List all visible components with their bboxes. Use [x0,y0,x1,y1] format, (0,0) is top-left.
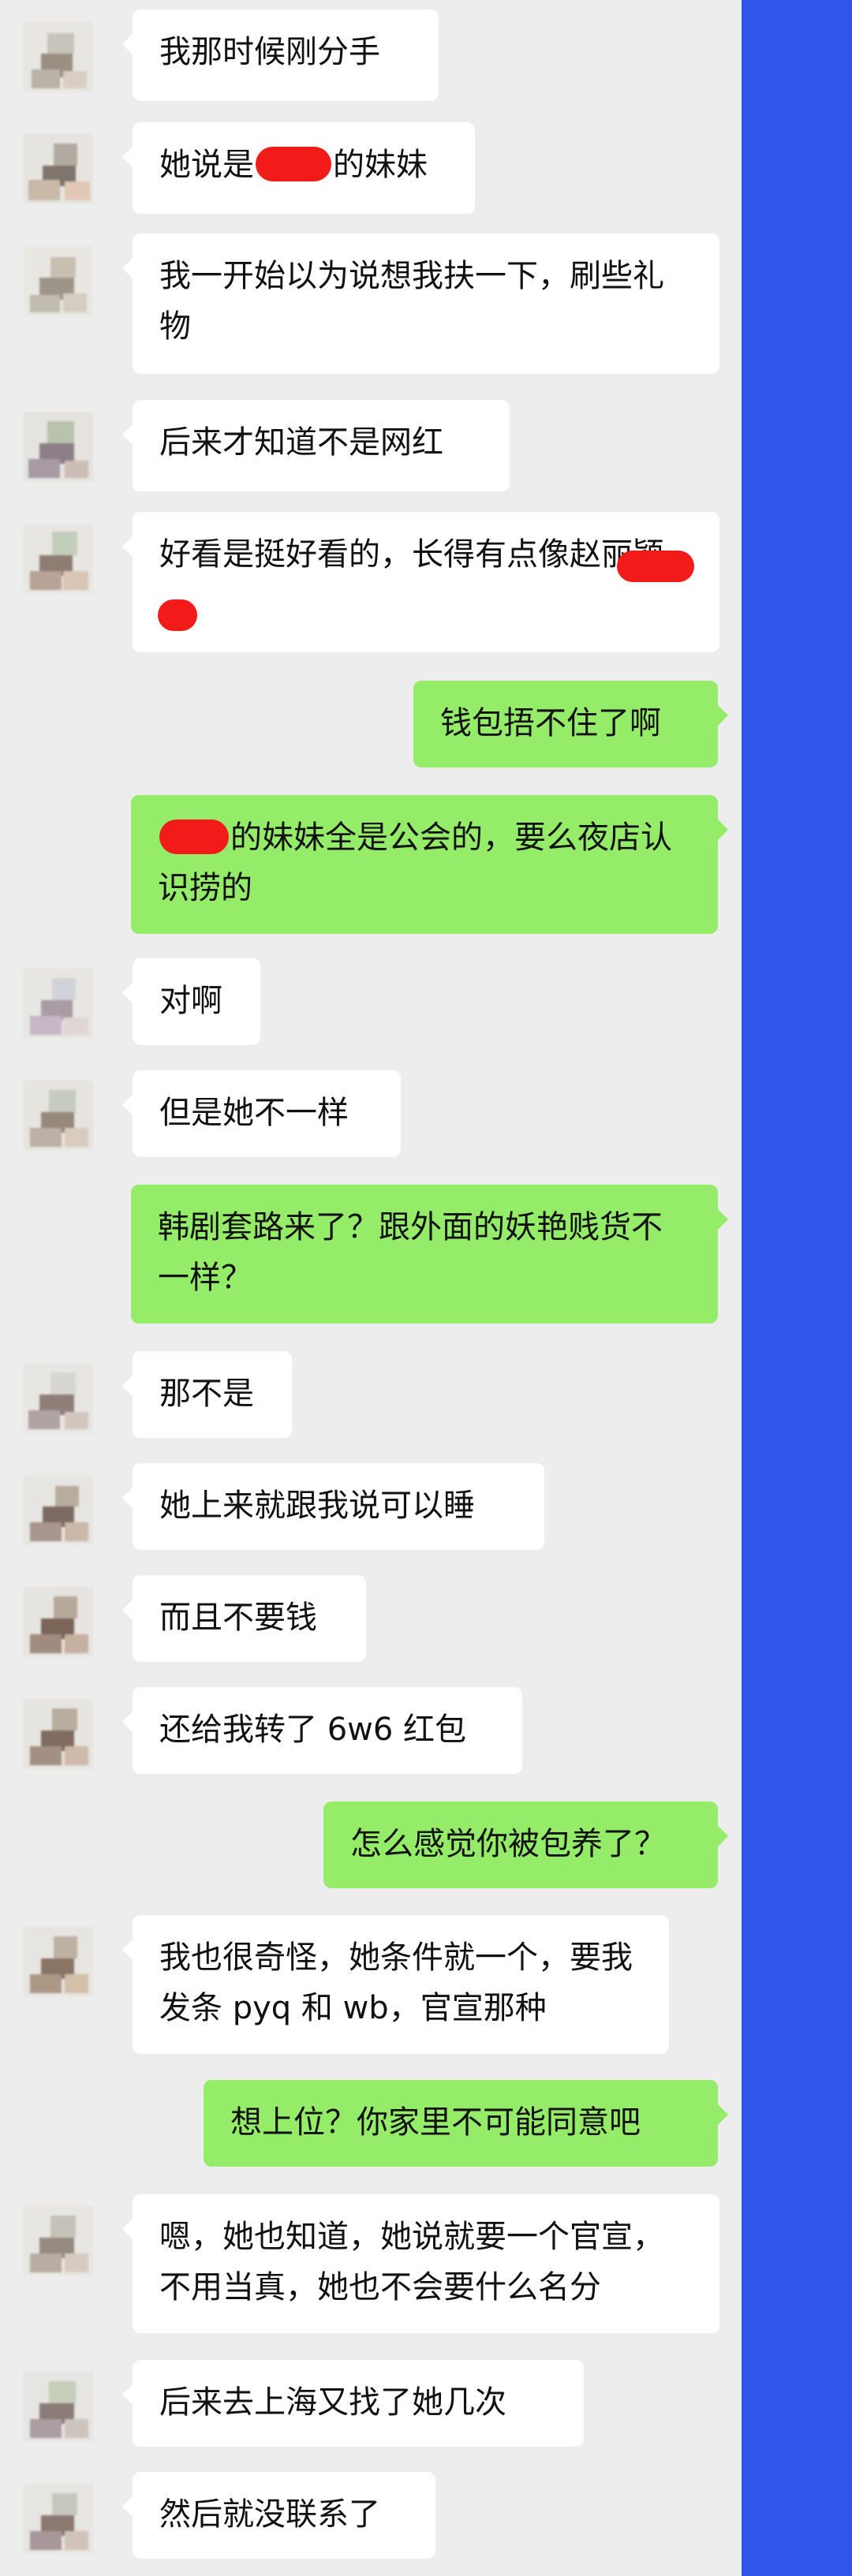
incoming-message: 她说是 的妹妹 [122,122,475,214]
outgoing-message: 韩剧套路来了？跟外面的妖艳贱货不一样？ [131,1185,728,1323]
outgoing-message: 的妹妹全是公会的，要么夜店认识捞的 [131,795,728,934]
outgoing-message: 怎么感觉你被包养了？ [323,1801,728,1888]
redaction-mark [158,599,197,631]
contact-avatar[interactable] [24,2484,93,2553]
incoming-message: 我也很奇怪，她条件就一个，要我发条 pyq 和 wb，官宣那种 [122,1915,669,2054]
incoming-message: 对啊 [122,958,260,1045]
contact-avatar[interactable] [24,2206,93,2275]
redaction-mark [159,819,229,854]
contact-avatar[interactable] [24,1475,93,1544]
contact-avatar[interactable] [24,134,93,203]
incoming-message: 那不是 [122,1351,292,1438]
outgoing-message: 钱包捂不住了啊 [413,681,728,767]
incoming-message: 还给我转了 6w6 红包 [122,1687,522,1774]
incoming-message: 好看是挺好看的，长得有点像赵丽颖 [122,512,719,652]
incoming-message: 然后就没联系了 [122,2472,435,2559]
contact-avatar[interactable] [24,1927,93,1996]
message-text: 好看是挺好看的，长得有点像赵丽颖 [159,536,664,573]
side-panel [742,0,852,2576]
redaction-mark [617,551,694,582]
redaction-mark [256,147,331,181]
incoming-message: 但是她不一样 [122,1070,401,1157]
incoming-message: 而且不要钱 [122,1575,366,1662]
contact-avatar[interactable] [24,1699,93,1768]
outgoing-message: 想上位？你家里不可能同意吧 [204,2080,728,2167]
incoming-message: 我一开始以为说想我扶一下，刷些礼物 [122,233,719,374]
incoming-message: 她上来就跟我说可以睡 [122,1463,544,1550]
contact-avatar[interactable] [24,22,93,91]
message-text: 的妹妹全是公会的，要么夜店认识捞的 [158,819,672,906]
incoming-message: 后来去上海又找了她几次 [122,2360,584,2447]
chat-area[interactable]: 我那时候刚分手 她说是 的妹妹 我一开始以为说想我扶一下，刷些礼物 后来才知道不是… [0,0,742,2576]
contact-avatar[interactable] [24,1587,93,1656]
incoming-message: 我那时候刚分手 [122,9,439,101]
contact-avatar[interactable] [24,2372,93,2441]
incoming-message: 嗯，她也知道，她说就要一个官宣，不用当真，她也不会要什么名分 [122,2194,719,2333]
incoming-message: 后来才知道不是网红 [122,400,510,491]
contact-avatar[interactable] [24,524,93,593]
contact-avatar[interactable] [24,412,93,481]
contact-avatar[interactable] [24,1363,93,1432]
message-text: 的妹妹 [333,147,428,183]
message-text: 她说是 [159,147,254,183]
contact-avatar[interactable] [24,969,93,1038]
contact-avatar[interactable] [24,246,93,315]
contact-avatar[interactable] [24,1081,93,1150]
